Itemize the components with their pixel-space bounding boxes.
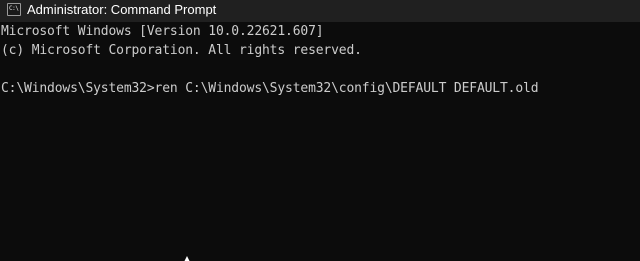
title-bar[interactable]: C:\ Administrator: Command Prompt (0, 0, 640, 22)
console-line: Microsoft Windows [Version 10.0.22621.60… (1, 24, 324, 39)
command-line: C:\Windows\System32>ren C:\Windows\Syste… (1, 81, 539, 96)
arrow-cursor-icon (184, 256, 190, 261)
cmd-icon-glyph: C:\ (9, 5, 19, 12)
cmd-icon: C:\ (7, 3, 21, 16)
command-prompt-window: C:\ Administrator: Command Prompt Micros… (0, 0, 640, 261)
window-title: Administrator: Command Prompt (27, 2, 217, 17)
console-line: (c) Microsoft Corporation. All rights re… (1, 43, 362, 58)
console-output[interactable]: Microsoft Windows [Version 10.0.22621.60… (0, 22, 640, 261)
